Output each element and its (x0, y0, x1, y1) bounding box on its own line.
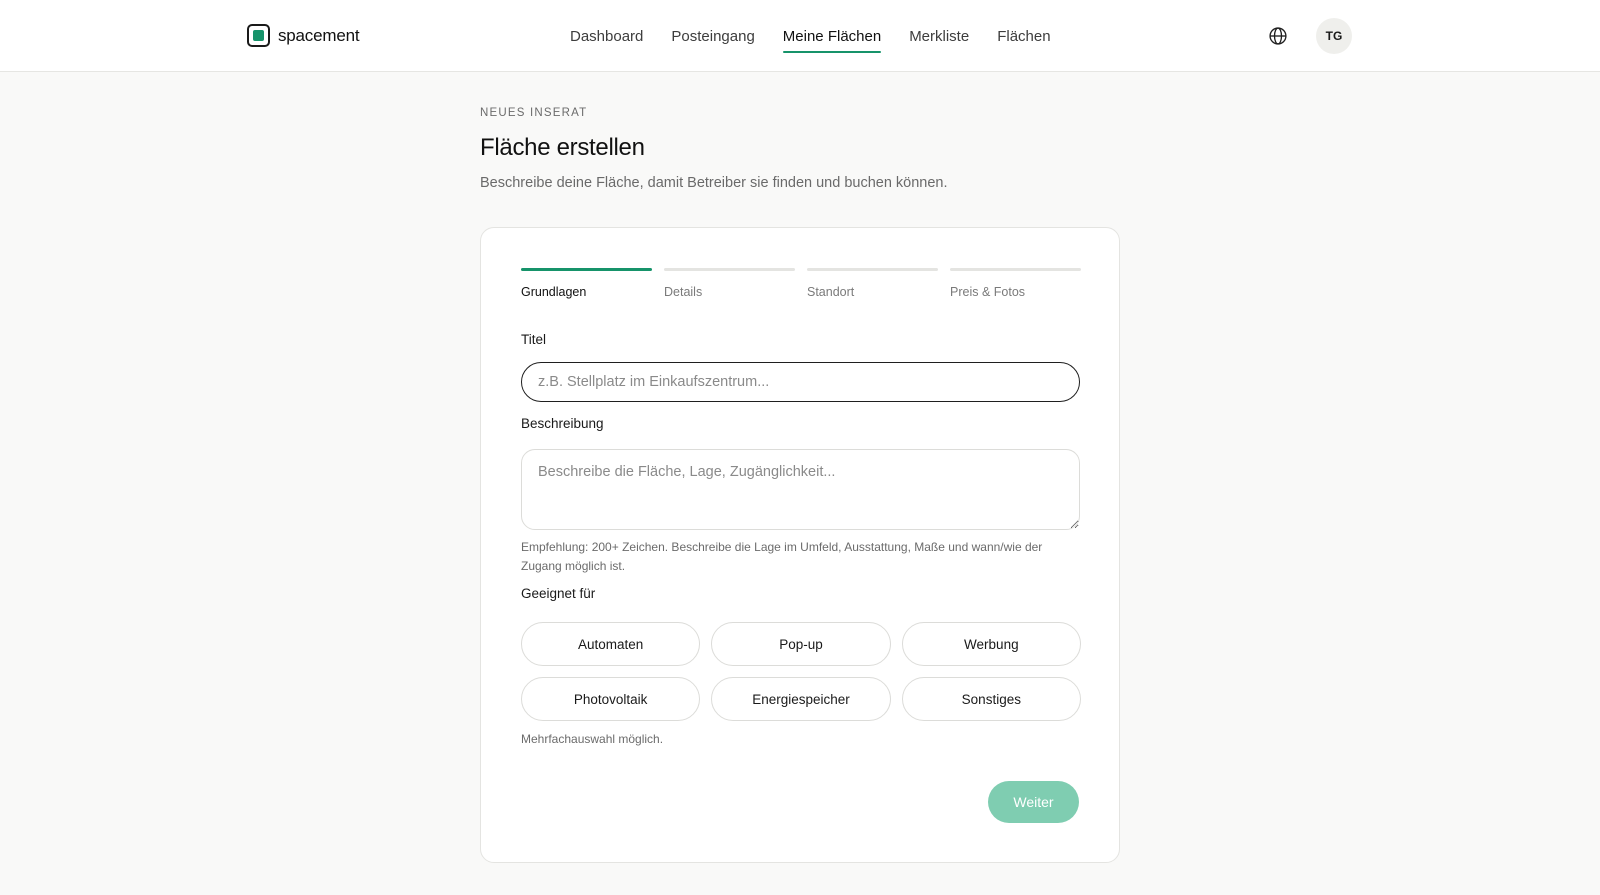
brand-logo[interactable]: spacement (247, 24, 360, 47)
page-title: Fläche erstellen (480, 134, 645, 161)
step-label: Preis & Fotos (950, 285, 1026, 299)
logo-mark-fill (253, 30, 264, 41)
user-avatar[interactable]: TG (1316, 18, 1352, 54)
square-logo-icon (247, 24, 270, 47)
step-preis-fotos[interactable]: Preis & Fotos (950, 268, 1081, 299)
suitable-for-options: Automaten Pop-up Werbung Photovoltaik En… (521, 622, 1081, 721)
globe-icon (1269, 27, 1287, 45)
step-standort[interactable]: Standort (807, 268, 938, 299)
description-label: Beschreibung (521, 416, 604, 431)
top-navigation-bar: spacement Dashboard Posteingang Meine Fl… (0, 0, 1600, 72)
suitable-for-label: Geeignet für (521, 586, 596, 601)
main-nav: Dashboard Posteingang Meine Flächen Merk… (570, 0, 1079, 72)
chip-werbung[interactable]: Werbung (901, 622, 1081, 666)
nav-item-dashboard[interactable]: Dashboard (570, 0, 643, 72)
chip-energiespeicher[interactable]: Energiespeicher (711, 677, 891, 721)
step-details[interactable]: Details (664, 268, 795, 299)
step-progress-bar (521, 268, 652, 271)
language-button[interactable] (1266, 24, 1290, 48)
step-label: Standort (807, 285, 855, 299)
chip-sonstiges[interactable]: Sonstiges (901, 677, 1081, 721)
nav-item-meine-flaechen[interactable]: Meine Flächen (782, 0, 882, 72)
description-hint: Empfehlung: 200+ Zeichen. Beschreibe die… (521, 540, 1043, 573)
create-listing-card: Grundlagen Details Standort Preis & Foto… (480, 227, 1120, 863)
chip-photovoltaik[interactable]: Photovoltaik (521, 677, 701, 721)
stepper: Grundlagen Details Standort Preis & Foto… (521, 268, 1081, 299)
title-label: Titel (521, 332, 547, 347)
nav-item-posteingang[interactable]: Posteingang (671, 0, 754, 72)
nav-item-merkliste[interactable]: Merkliste (909, 0, 969, 72)
step-label: Details (664, 285, 703, 299)
page-subtitle: Beschreibe deine Fläche, damit Betreiber… (480, 175, 948, 191)
step-label: Grundlagen (521, 285, 587, 299)
chip-automaten[interactable]: Automaten (521, 622, 701, 666)
page-eyebrow: NEUES INSERAT (480, 107, 588, 119)
description-textarea[interactable] (521, 449, 1080, 530)
multi-select-hint: Mehrfachauswahl möglich. (521, 732, 664, 746)
step-progress-bar (950, 268, 1081, 271)
chip-pop-up[interactable]: Pop-up (711, 622, 891, 666)
brand-name: spacement (278, 25, 360, 45)
title-input[interactable] (521, 362, 1080, 402)
step-progress-bar (807, 268, 938, 271)
nav-item-flaechen[interactable]: Flächen (997, 0, 1050, 72)
next-button[interactable]: Weiter (988, 781, 1079, 823)
step-progress-bar (664, 268, 795, 271)
step-grundlagen[interactable]: Grundlagen (521, 268, 652, 299)
